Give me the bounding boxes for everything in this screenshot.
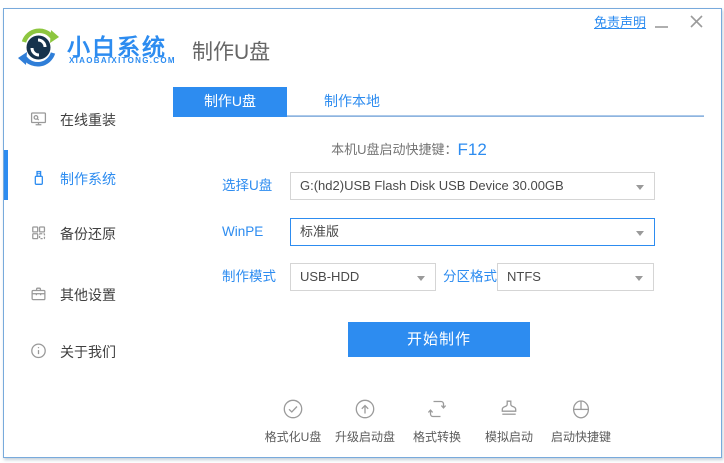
disclaimer-link[interactable]: 免责声明 <box>594 12 646 31</box>
partition-select[interactable]: NTFS <box>497 263 654 291</box>
tool-label: 启动快捷键 <box>550 430 611 444</box>
arrow-up-circle-icon <box>353 397 377 421</box>
usb-drive-icon <box>30 169 47 186</box>
page-title: 制作U盘 <box>192 41 271 64</box>
partition-select-value: NTFS <box>507 269 541 284</box>
stamp-icon <box>497 397 521 421</box>
briefcase-icon <box>30 285 47 302</box>
usb-select-value: G:(hd2)USB Flash Disk USB Device 30.00GB <box>300 178 564 193</box>
mode-select[interactable]: USB-HDD <box>290 263 436 291</box>
close-icon[interactable] <box>689 14 704 29</box>
chevron-down-icon <box>636 231 644 236</box>
brand-domain: XIAOBAIXITONG.COM <box>69 56 176 65</box>
tool-upgrade-boot-disk[interactable]: 升级启动盘 <box>329 397 401 445</box>
sidebar-item-label: 其他设置 <box>60 287 116 303</box>
tool-boot-hotkey[interactable]: 启动快捷键 <box>545 397 617 445</box>
mode-select-label: 制作模式 <box>222 269 276 284</box>
sidebar-item-label: 在线重装 <box>60 112 116 128</box>
sidebar-item-other-settings[interactable]: 其他设置 <box>4 281 164 307</box>
app-window: 小白系统 XIAOBAIXITONG.COM 制作U盘 免责声明 在线重装 制作… <box>3 8 722 458</box>
check-circle-icon <box>281 397 305 421</box>
minimize-icon[interactable] <box>654 17 669 31</box>
chevron-down-icon <box>417 276 425 281</box>
tool-format-usb[interactable]: 格式化U盘 <box>257 397 329 445</box>
partition-select-label: 分区格式 <box>443 269 497 284</box>
boot-hotkey-prefix: 本机U盘启动快捷键： <box>331 142 458 157</box>
boot-hotkey-hint: 本机U盘启动快捷键：F12 <box>174 139 644 160</box>
backup-grid-icon <box>30 224 47 241</box>
sidebar-item-make-system[interactable]: 制作系统 <box>4 165 164 191</box>
sidebar-item-online-reinstall[interactable]: 在线重装 <box>4 106 164 132</box>
tool-simulate-boot[interactable]: 模拟启动 <box>473 397 545 445</box>
sidebar-item-label: 制作系统 <box>60 171 116 187</box>
mode-select-value: USB-HDD <box>300 269 360 284</box>
winpe-select[interactable]: 标准版 <box>290 218 655 246</box>
info-circle-icon <box>30 342 47 359</box>
tool-label: 模拟启动 <box>484 430 533 444</box>
tool-label: 升级启动盘 <box>334 430 395 444</box>
sidebar-item-label: 关于我们 <box>60 344 116 360</box>
tools-row: 格式化U盘 升级启动盘 格式转换 模拟启动 启动快捷键 <box>257 397 657 445</box>
winpe-select-value: 标准版 <box>300 224 340 239</box>
usb-select[interactable]: G:(hd2)USB Flash Disk USB Device 30.00GB <box>290 172 655 200</box>
start-make-button[interactable]: 开始制作 <box>348 322 530 357</box>
sidebar-item-about-us[interactable]: 关于我们 <box>4 338 164 364</box>
winpe-select-label: WinPE <box>222 224 264 239</box>
tool-format-convert[interactable]: 格式转换 <box>401 397 473 445</box>
chevron-down-icon <box>635 276 643 281</box>
chevron-down-icon <box>636 185 644 190</box>
sidebar-item-label: 备份还原 <box>60 226 116 242</box>
tool-label: 格式化U盘 <box>264 430 322 444</box>
mouse-icon <box>569 397 593 421</box>
sidebar-item-backup-restore[interactable]: 备份还原 <box>4 220 164 246</box>
convert-icon <box>425 397 449 421</box>
tab-make-local[interactable]: 制作本地 <box>287 87 417 115</box>
boot-hotkey-value: F12 <box>457 140 487 159</box>
tool-label: 格式转换 <box>412 430 461 444</box>
app-logo-icon <box>15 24 62 71</box>
monitor-icon <box>30 110 47 127</box>
tab-make-usb[interactable]: 制作U盘 <box>173 87 287 117</box>
usb-select-label: 选择U盘 <box>222 178 273 193</box>
